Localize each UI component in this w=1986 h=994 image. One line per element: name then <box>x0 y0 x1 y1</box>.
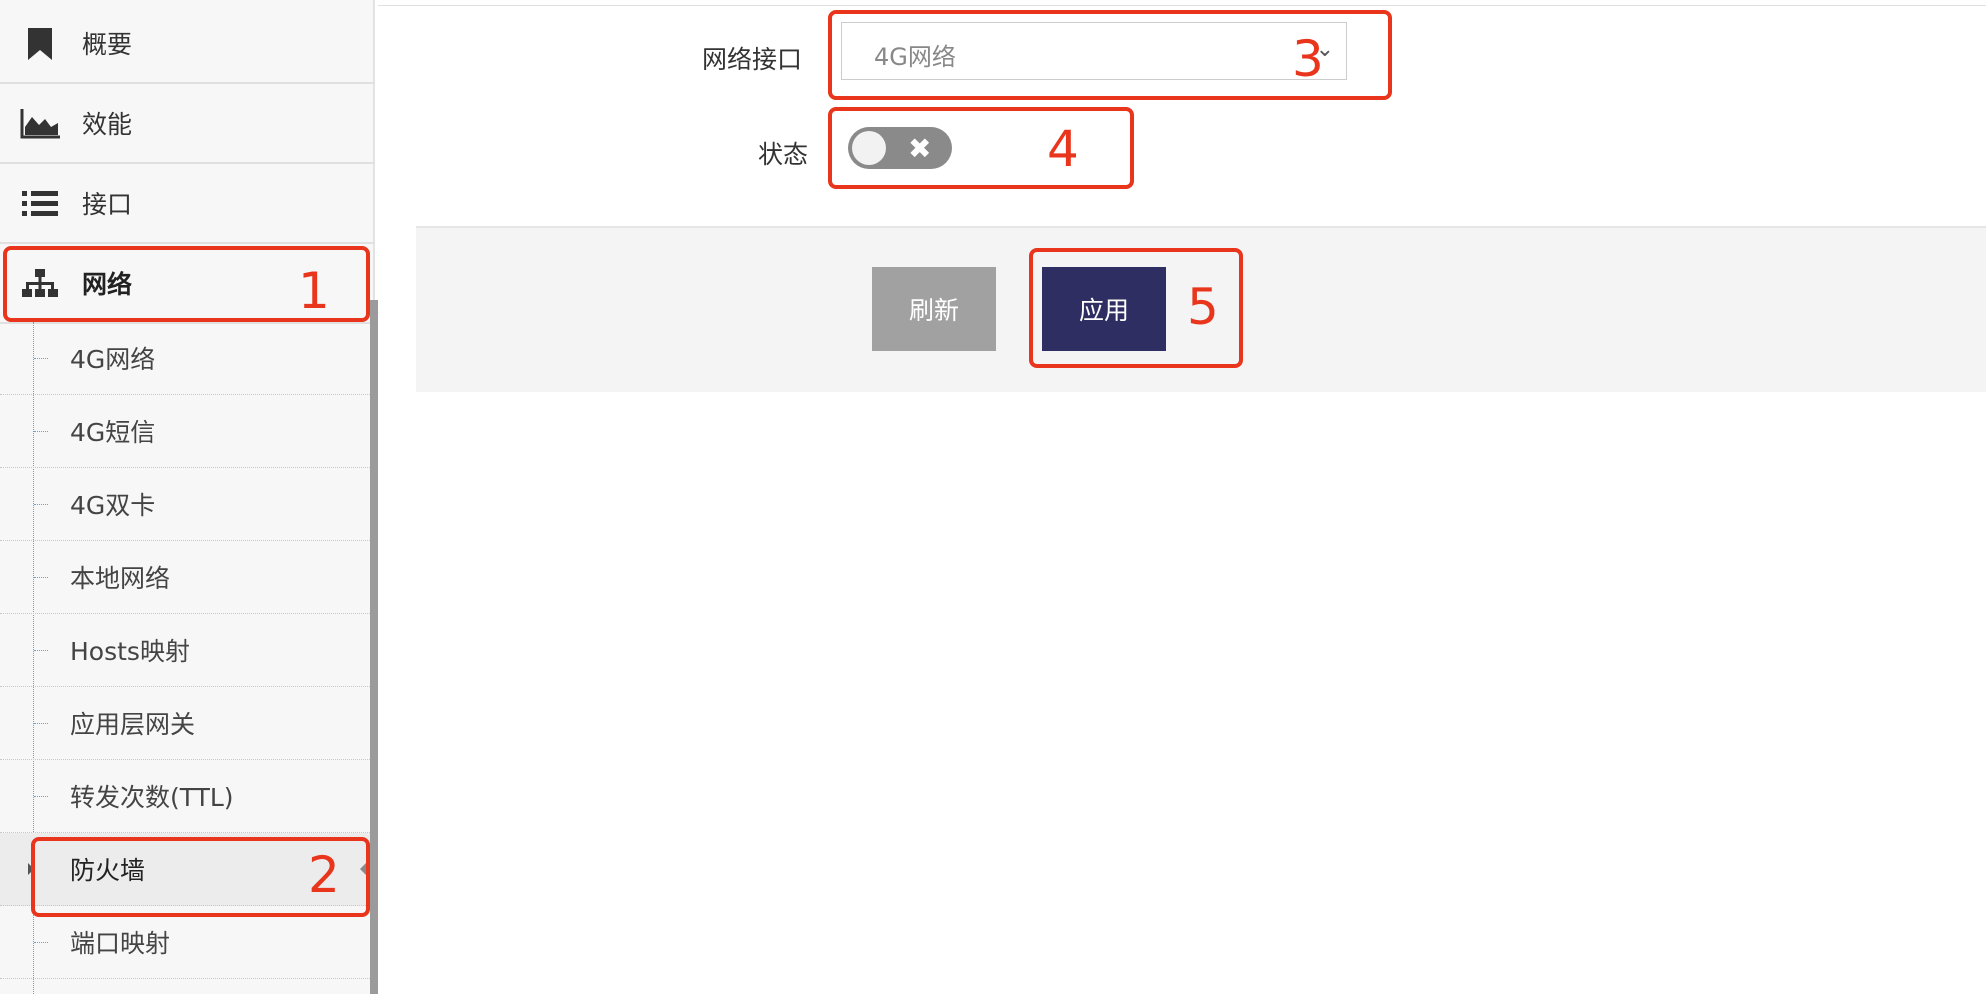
sidebar-item-label: 概要 <box>82 30 133 59</box>
submenu-item-label: 本地网络 <box>70 564 171 593</box>
annotation-number-2: 2 <box>308 846 340 904</box>
submenu-item-hosts-mapping[interactable]: Hosts映射 <box>0 614 372 687</box>
submenu-item-local-network[interactable]: 本地网络 <box>0 541 372 614</box>
submenu-item-4g-sms[interactable]: 4G短信 <box>0 395 372 468</box>
submenu-item-label: 4G短信 <box>70 418 156 447</box>
sidebar-item-interface[interactable]: 接口 <box>0 164 375 244</box>
annotation-number-5: 5 <box>1187 278 1219 336</box>
submenu-item-4g-dual-sim[interactable]: 4G双卡 <box>0 468 372 541</box>
sidebar-item-label: 接口 <box>82 190 133 219</box>
submenu-item-label: 应用层网关 <box>70 710 196 739</box>
list-icon <box>20 184 60 224</box>
submenu-item-label: Hosts映射 <box>70 637 190 666</box>
interface-label: 网络接口 <box>702 45 803 74</box>
submenu-item-label: 4G网络 <box>70 345 156 374</box>
sidebar-scrollbar[interactable] <box>370 300 378 994</box>
submenu-item-label: 端口映射 <box>70 929 171 958</box>
annotation-number-1: 1 <box>298 262 330 320</box>
sidebar-item-overview[interactable]: 概要 <box>0 4 375 84</box>
area-chart-icon <box>20 104 60 144</box>
sidebar-item-performance[interactable]: 效能 <box>0 84 375 164</box>
sidebar-item-label: 效能 <box>82 110 133 139</box>
submenu-item-label: 转发次数(TTL) <box>70 783 234 812</box>
bookmark-icon <box>20 24 60 64</box>
top-divider <box>378 0 1986 6</box>
annotation-box-4 <box>828 107 1134 189</box>
submenu-item-ttl[interactable]: 转发次数(TTL) <box>0 760 372 833</box>
annotation-number-3: 3 <box>1292 30 1324 88</box>
status-label: 状态 <box>758 140 809 169</box>
submenu-item-4g-network[interactable]: 4G网络 <box>0 322 372 395</box>
annotation-number-4: 4 <box>1047 120 1079 178</box>
refresh-button[interactable]: 刷新 <box>872 267 996 351</box>
submenu-item-alg[interactable]: 应用层网关 <box>0 687 372 760</box>
submenu-item-label: 4G双卡 <box>70 491 156 520</box>
